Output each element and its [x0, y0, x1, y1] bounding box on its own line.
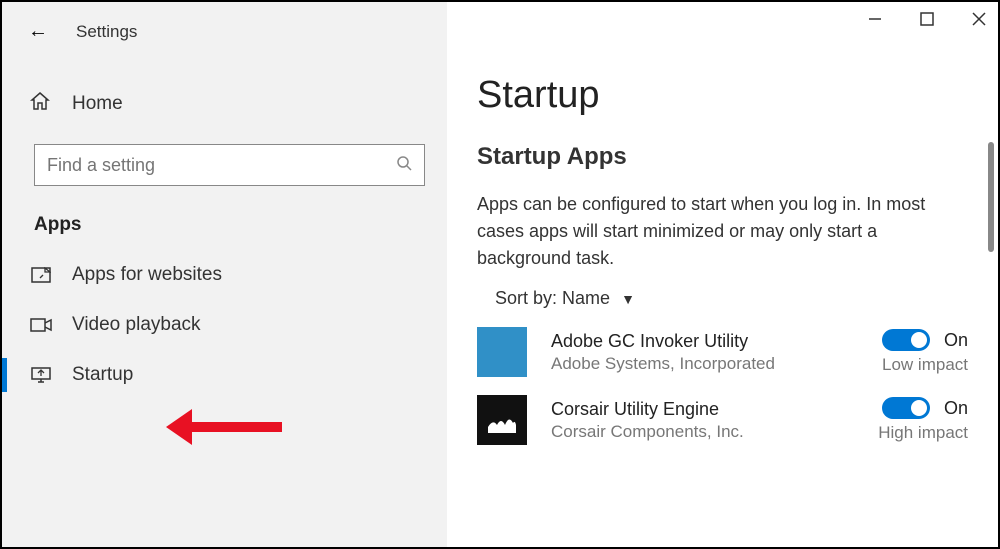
back-arrow-icon[interactable]: ←: [28, 20, 48, 43]
sidebar-category: Apps: [2, 186, 447, 250]
sidebar-item-startup[interactable]: Startup: [2, 350, 447, 400]
app-publisher: Adobe Systems, Incorporated: [551, 354, 858, 374]
sort-value: Name: [562, 288, 610, 308]
chevron-down-icon: ▼: [621, 291, 635, 307]
startup-icon: [30, 367, 52, 383]
search-icon: [396, 155, 412, 176]
impact-label: Low impact: [858, 355, 968, 375]
minimize-icon[interactable]: [868, 12, 882, 30]
scrollbar[interactable]: [988, 142, 994, 252]
app-publisher: Corsair Components, Inc.: [551, 422, 858, 442]
sidebar: ← Settings Home Apps Apps for websites: [2, 2, 447, 547]
section-title: Startup Apps: [477, 143, 968, 171]
sort-prefix: Sort by:: [495, 288, 562, 308]
app-name: Corsair Utility Engine: [551, 399, 858, 420]
app-icon: [477, 327, 527, 377]
window-title: Settings: [76, 22, 137, 42]
sidebar-item-label: Video playback: [72, 314, 201, 336]
maximize-icon[interactable]: [920, 12, 934, 30]
search-input-container[interactable]: [34, 144, 425, 186]
impact-label: High impact: [858, 423, 968, 443]
toggle-switch[interactable]: [882, 329, 930, 351]
sidebar-item-label: Startup: [72, 364, 133, 386]
app-name: Adobe GC Invoker Utility: [551, 331, 858, 352]
nav-home-label: Home: [72, 93, 123, 115]
sidebar-item-video-playback[interactable]: Video playback: [2, 300, 447, 350]
description-text: Apps can be configured to start when you…: [477, 191, 937, 272]
toggle-switch[interactable]: [882, 397, 930, 419]
app-icon: [477, 395, 527, 445]
video-icon: [30, 318, 52, 332]
sidebar-item-apps-for-websites[interactable]: Apps for websites: [2, 250, 447, 300]
sort-by-dropdown[interactable]: Sort by: Name ▼: [477, 288, 968, 309]
nav-home[interactable]: Home: [2, 83, 447, 124]
toggle-state: On: [944, 398, 968, 419]
startup-app-row: Adobe GC Invoker Utility Adobe Systems, …: [477, 327, 968, 377]
toggle-state: On: [944, 330, 968, 351]
main-content: Startup Startup Apps Apps can be configu…: [447, 2, 998, 547]
home-icon: [30, 91, 50, 116]
sidebar-item-label: Apps for websites: [72, 264, 222, 286]
search-input[interactable]: [47, 155, 396, 176]
close-icon[interactable]: [972, 12, 986, 30]
apps-websites-icon: [30, 267, 52, 283]
startup-app-row: Corsair Utility Engine Corsair Component…: [477, 395, 968, 445]
